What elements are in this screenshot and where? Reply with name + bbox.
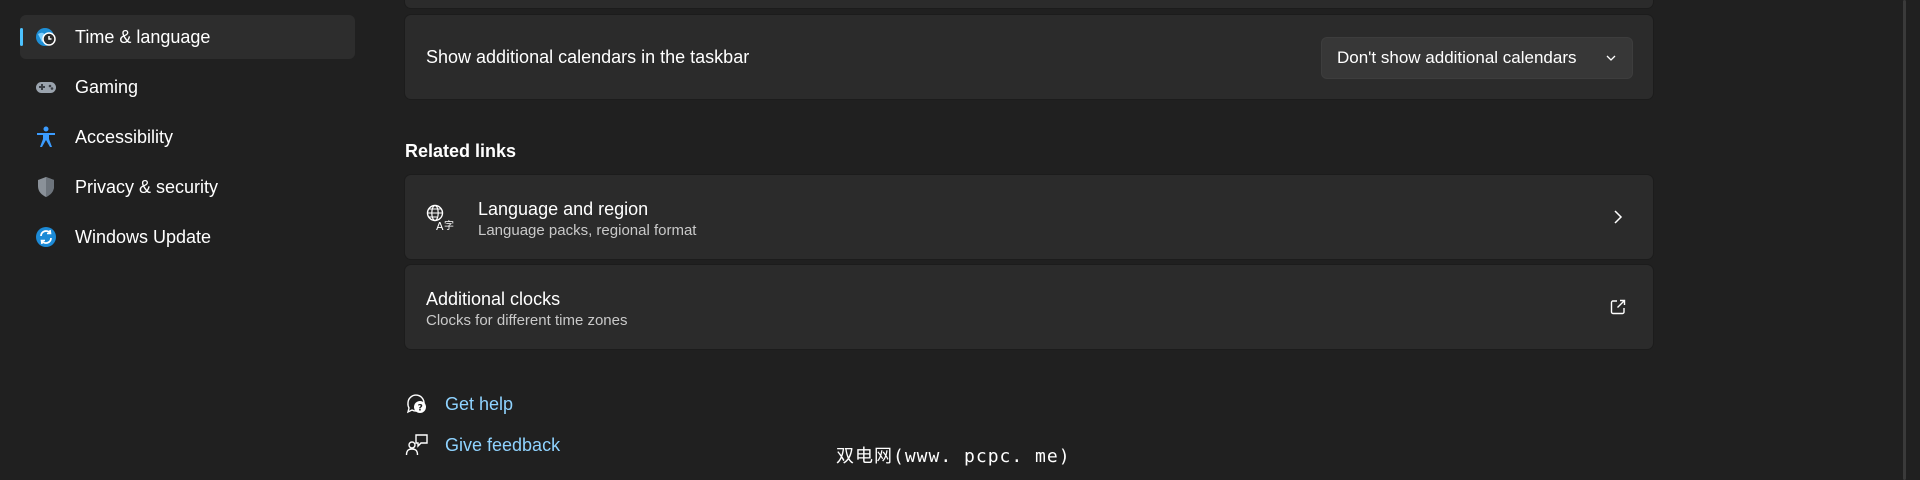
sidebar-item-label: Privacy & security — [75, 177, 219, 197]
dropdown-value: Don't show additional calendars — [1337, 48, 1577, 67]
sidebar-item-label: Windows Update — [75, 227, 212, 247]
link-subtitle: Language packs, regional format — [478, 222, 697, 239]
related-link-additional-clocks[interactable]: Additional clocks Clocks for different t… — [405, 265, 1653, 349]
scrollbar[interactable] — [1903, 0, 1906, 480]
svg-text:A: A — [436, 220, 444, 233]
link-title: Additional clocks — [426, 289, 561, 309]
sidebar-item-gaming[interactable]: Gaming — [20, 65, 355, 109]
language-icon: A 字 — [425, 203, 455, 233]
feedback-icon — [405, 433, 429, 457]
sidebar-item-accessibility[interactable]: Accessibility — [20, 115, 355, 159]
link-title: Language and region — [478, 199, 649, 219]
sidebar-item-time-language[interactable]: Time & language — [20, 15, 355, 59]
previous-setting-card — [405, 0, 1653, 8]
link-subtitle: Clocks for different time zones — [426, 312, 628, 329]
sidebar-item-windows-update[interactable]: Windows Update — [20, 215, 355, 259]
sidebar-item-label: Time & language — [75, 27, 211, 47]
globe-clock-icon — [34, 25, 58, 49]
calendar-dropdown[interactable]: Don't show additional calendars — [1322, 38, 1632, 78]
open-external-icon — [1609, 298, 1627, 316]
sidebar-item-label: Gaming — [75, 77, 139, 97]
related-links-heading: Related links — [405, 141, 517, 161]
sidebar-item-privacy-security[interactable]: Privacy & security — [20, 165, 355, 209]
related-link-language-region[interactable]: A 字 Language and region Language packs, … — [405, 175, 1653, 259]
additional-calendars-setting: Show additional calendars in the taskbar… — [405, 15, 1653, 99]
setting-title: Show additional calendars in the taskbar — [426, 47, 750, 67]
get-help-label: Get help — [445, 394, 514, 414]
chevron-right-icon — [1609, 208, 1627, 226]
svg-text:?: ? — [418, 404, 423, 414]
watermark-text: 双电网(www. pcpc. me) — [836, 446, 1071, 467]
sync-icon — [34, 225, 58, 249]
accessibility-person-icon — [34, 125, 58, 149]
sidebar-item-label: Accessibility — [75, 127, 174, 147]
gamepad-icon — [34, 75, 58, 99]
help-chat-icon: ? — [405, 392, 429, 416]
shield-icon — [34, 175, 58, 199]
give-feedback-label: Give feedback — [445, 435, 561, 455]
sidebar: Time & language Gaming Accessibility Pri… — [0, 0, 370, 480]
chevron-down-icon — [1604, 51, 1618, 65]
svg-text:字: 字 — [444, 219, 454, 232]
selection-indicator — [20, 28, 23, 46]
